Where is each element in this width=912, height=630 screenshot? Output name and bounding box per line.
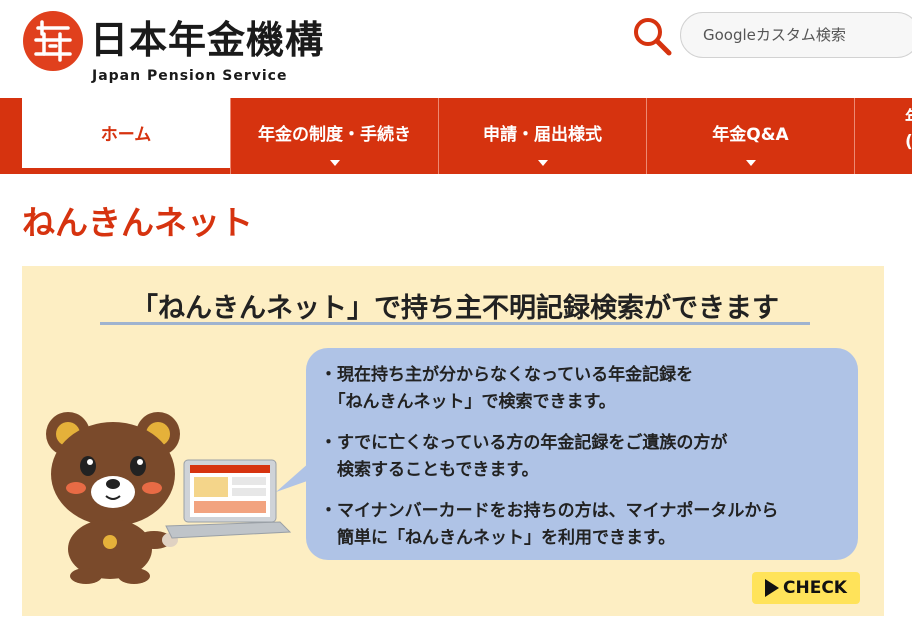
nav-item-home[interactable]: ホーム: [22, 98, 230, 168]
chevron-down-icon: [537, 160, 548, 166]
nav-item-label: 年金Q&A: [712, 125, 789, 145]
bubble-tail: [276, 462, 310, 492]
nav-item-forms[interactable]: 申請・届出様式: [438, 98, 646, 174]
bullet-item: ・現在持ち主が分からなくなっている年金記録を 「ねんきんネット」で検索できます。: [320, 365, 694, 412]
logo-title: 日本年金機構: [90, 18, 325, 62]
nav-item-more[interactable]: 年 (: [854, 98, 912, 174]
nav-item-qa[interactable]: 年金Q&A: [646, 98, 854, 174]
info-bubble: ・現在持ち主が分からなくなっている年金記録を 「ねんきんネット」で検索できます。…: [306, 348, 858, 560]
chevron-down-icon: [329, 160, 340, 166]
logo-mark-icon: [23, 11, 83, 71]
nav-item-label: ホーム: [100, 125, 152, 145]
bullet-item: ・すでに亡くなっている方の年金記録をご遺族の方が 検索することもできます。: [320, 433, 728, 480]
nenkin-net-banner[interactable]: 「ねんきんネット」で持ち主不明記録検索ができます ・現在持ち主が分からなくなって…: [22, 266, 884, 616]
check-button[interactable]: CHECK: [752, 572, 860, 604]
site-logo[interactable]: 日本年金機構 Japan Pension Service: [22, 8, 362, 90]
chevron-down-icon: [745, 160, 756, 166]
banner-underline: [100, 322, 810, 325]
search-input[interactable]: [680, 12, 912, 58]
page-title: ねんきんネット: [22, 203, 253, 242]
nav-item-label: 申請・届出様式: [483, 125, 602, 145]
nav-item-label: 年金の制度・手続き: [258, 125, 411, 145]
laptop-icon: [165, 459, 292, 539]
play-arrow-icon: [765, 579, 780, 597]
bullet-item: ・マイナンバーカードをお持ちの方は、マイナポータルから 簡単に「ねんきんネット」…: [320, 501, 779, 548]
check-button-label: CHECK: [783, 578, 847, 598]
banner-heading: 「ねんきんネット」で持ち主不明記録検索ができます: [131, 293, 779, 324]
search-icon[interactable]: [630, 14, 674, 58]
nav-item-system-procedures[interactable]: 年金の制度・手続き: [230, 98, 438, 174]
logo-subtitle: Japan Pension Service: [92, 68, 288, 84]
nav-item-label: 年 (: [905, 106, 912, 154]
global-nav: ホーム 年金の制度・手続き 申請・届出様式 年金Q&A 年 (: [0, 98, 912, 174]
